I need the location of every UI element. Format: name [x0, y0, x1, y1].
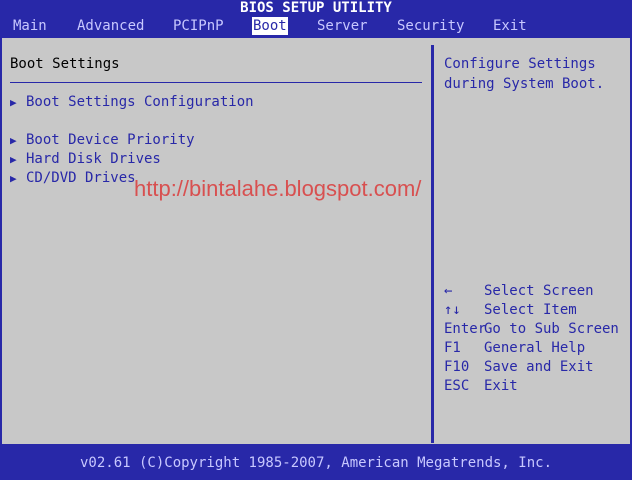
- menu-bar: Main Advanced PCIPnP Boot Server Securit…: [0, 16, 632, 36]
- menu-pcipnp[interactable]: PCIPnP: [172, 17, 225, 35]
- submenu-arrow-icon: ▶: [10, 134, 17, 147]
- key-label: ESC: [444, 378, 470, 394]
- entry-cd-dvd-drives[interactable]: ▶ CD/DVD Drives: [10, 169, 136, 187]
- submenu-arrow-icon: ▶: [10, 153, 17, 166]
- key-action: Select Item: [484, 302, 577, 318]
- key-label: Enter: [444, 321, 487, 337]
- key-label: ←: [444, 283, 453, 299]
- menu-server[interactable]: Server: [316, 17, 369, 35]
- key-hint-select-item: ↑↓ Select Item: [444, 301, 577, 320]
- section-title: Boot Settings: [10, 56, 120, 72]
- entry-label: Boot Settings Configuration: [26, 94, 254, 110]
- menu-advanced[interactable]: Advanced: [76, 17, 145, 35]
- key-action: Go to Sub Screen: [484, 321, 619, 337]
- entry-boot-settings-configuration[interactable]: ▶ Boot Settings Configuration: [10, 93, 254, 111]
- entry-hard-disk-drives[interactable]: ▶ Hard Disk Drives: [10, 150, 161, 168]
- menu-main[interactable]: Main: [12, 17, 48, 35]
- menu-boot[interactable]: Boot: [252, 17, 288, 35]
- key-label: F1: [444, 340, 461, 356]
- submenu-arrow-icon: ▶: [10, 172, 17, 185]
- key-hint-general-help: F1 General Help: [444, 339, 585, 358]
- entry-label: Boot Device Priority: [26, 132, 195, 148]
- key-action: Select Screen: [484, 283, 594, 299]
- settings-frame: Boot Settings ▶ Boot Settings Configurati…: [0, 36, 632, 446]
- blog-watermark: http://bintalahe.blogspot.com/: [134, 176, 422, 201]
- key-hint-exit: ESC Exit: [444, 377, 518, 396]
- key-action: Exit: [484, 378, 518, 394]
- menu-security[interactable]: Security: [396, 17, 465, 35]
- entry-boot-device-priority[interactable]: ▶ Boot Device Priority: [10, 131, 195, 149]
- copyright-status-bar: v02.61 (C)Copyright 1985-2007, American …: [0, 446, 632, 471]
- section-divider: [10, 82, 422, 83]
- key-hint-select-screen: ← Select Screen: [444, 282, 594, 301]
- key-label: ↑↓: [444, 302, 461, 318]
- entry-label: Hard Disk Drives: [26, 151, 161, 167]
- bios-title: BIOS SETUP UTILITY: [0, 0, 632, 16]
- help-description: Configure Settings during System Boot.: [444, 56, 605, 92]
- key-action: Save and Exit: [484, 359, 594, 375]
- submenu-arrow-icon: ▶: [10, 96, 17, 109]
- key-hint-sub-screen: EnterGo to Sub Screen: [444, 320, 619, 339]
- menu-exit[interactable]: Exit: [492, 17, 528, 35]
- key-label: F10: [444, 359, 470, 375]
- key-hint-save-exit: F10 Save and Exit: [444, 358, 594, 377]
- entry-label: CD/DVD Drives: [26, 170, 136, 186]
- key-action: General Help: [484, 340, 586, 356]
